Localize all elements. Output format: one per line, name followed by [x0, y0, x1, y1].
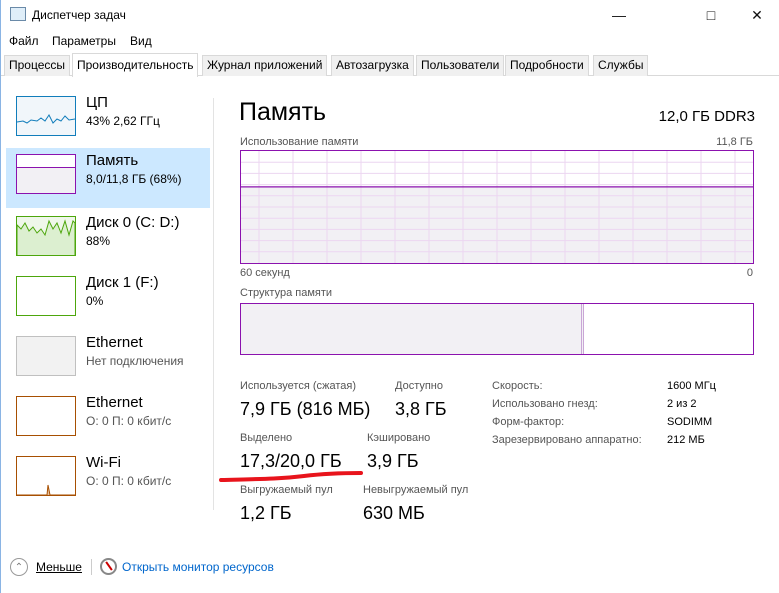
stat-value-in-use: 7,9 ГБ (816 МБ) — [240, 399, 371, 419]
time-left-label: 60 секунд — [240, 267, 290, 279]
memory-usage-graph — [240, 150, 754, 264]
maximize-button[interactable]: □ — [688, 0, 734, 30]
disk1-graph-thumbnail — [16, 276, 76, 316]
resource-monitor-icon — [100, 558, 117, 575]
mem-graph-thumbnail — [16, 154, 76, 194]
detail-key-reserved: Зарезервировано аппаратно: — [492, 434, 642, 446]
detail-key-form-factor: Форм-фактор: — [492, 416, 565, 428]
sidebar-item-subtitle: Нет подключения — [86, 354, 184, 368]
sidebar-item-subtitle: О: 0 П: 0 кбит/с — [86, 414, 172, 428]
sidebar-item-subtitle: 88% — [86, 234, 111, 248]
stat-value-available: 3,8 ГБ — [395, 399, 447, 419]
stat-label-in-use: Используется (сжатая) — [240, 380, 357, 392]
tab-performance[interactable]: Производительность — [72, 53, 199, 77]
page-title: Память — [239, 98, 327, 126]
tab-processes[interactable]: Процессы — [4, 55, 71, 76]
usage-label: Использование памяти — [240, 136, 359, 148]
chevron-up-icon[interactable]: ⌃ — [10, 558, 28, 576]
detail-value-slots: 2 из 2 — [667, 398, 697, 410]
tab-details[interactable]: Подробности — [505, 55, 589, 76]
eth0-graph-thumbnail — [16, 336, 76, 376]
sidebar-item-subtitle: 43% 2,62 ГГц — [86, 114, 160, 128]
time-right-label: 0 — [746, 267, 753, 279]
detail-value-speed: 1600 МГц — [667, 380, 716, 392]
detail-key-slots: Использовано гнезд: — [492, 398, 598, 410]
eth-graph-thumbnail — [16, 396, 76, 436]
task-manager-icon — [10, 7, 26, 21]
detail-key-speed: Скорость: — [492, 380, 543, 392]
minimize-button[interactable]: — — [596, 0, 642, 30]
tab-startup[interactable]: Автозагрузка — [331, 55, 414, 76]
detail-value-form-factor: SODIMM — [667, 416, 713, 428]
stat-label-available: Доступно — [395, 380, 444, 392]
sidebar-item-eth[interactable]: Ethernet О: 0 П: 0 кбит/с — [6, 390, 210, 450]
sidebar-item-cpu[interactable]: ЦП 43% 2,62 ГГц — [6, 90, 210, 150]
sidebar-item-disk[interactable]: Диск 0 (C: D:) 88% — [6, 210, 210, 270]
tab-app-history[interactable]: Журнал приложений — [202, 55, 328, 76]
sidebar-item-label: Память — [86, 152, 139, 169]
sidebar-item-label: ЦП — [86, 94, 108, 111]
sidebar-item-disk1[interactable]: Диск 1 (F:) 0% — [6, 270, 210, 330]
sidebar-item-subtitle: 8,0/11,8 ГБ (68%) — [86, 172, 182, 186]
detail-value-reserved: 212 МБ — [667, 434, 705, 446]
stat-value-nonpaged-pool: 630 МБ — [363, 503, 425, 523]
window-title: Диспетчер задач — [32, 8, 126, 22]
sidebar-item-label: Ethernet — [86, 334, 143, 351]
menu-options[interactable]: Параметры — [52, 34, 116, 48]
memory-usage-chart — [241, 151, 753, 263]
disk-graph-thumbnail — [16, 216, 76, 256]
sidebar-item-mem[interactable]: Память 8,0/11,8 ГБ (68%) — [6, 148, 210, 208]
sidebar: ЦП 43% 2,62 ГГц Память 8,0/11,8 ГБ (68%) Дис… — [1, 90, 213, 510]
title-bar: Диспетчер задач — □ ✕ — [1, 0, 779, 30]
tab-services[interactable]: Службы — [593, 55, 649, 76]
menu-file[interactable]: Файл — [9, 34, 39, 48]
stat-label-cached: Кэшировано — [367, 432, 431, 444]
menu-view[interactable]: Вид — [130, 34, 152, 48]
tab-bar: Процессы Производительность Журнал прило… — [1, 53, 779, 77]
sidebar-item-label: Диск 0 (C: D:) — [86, 214, 180, 231]
red-underline-annotation — [219, 471, 363, 482]
stat-value-cached: 3,9 ГБ — [367, 451, 419, 471]
footer: ⌃ Меньше Открыть монитор ресурсов — [1, 550, 779, 586]
stat-label-committed: Выделено — [240, 432, 293, 444]
sidebar-item-label: Wi-Fi — [86, 454, 121, 471]
fewer-details-button[interactable]: Меньше — [36, 560, 82, 574]
sidebar-item-eth0[interactable]: Ethernet Нет подключения — [6, 330, 210, 390]
divider — [213, 98, 214, 510]
sidebar-item-subtitle: О: 0 П: 0 кбит/с — [86, 474, 172, 488]
open-resource-monitor-link[interactable]: Открыть монитор ресурсов — [122, 560, 274, 574]
sidebar-item-subtitle: 0% — [86, 294, 104, 308]
sidebar-item-wifi[interactable]: Wi-Fi О: 0 П: 0 кбит/с — [6, 450, 210, 510]
close-button[interactable]: ✕ — [734, 0, 779, 30]
task-manager-window: Диспетчер задач — □ ✕ Файл Параметры Вид… — [0, 0, 779, 593]
sidebar-item-label: Ethernet — [86, 394, 143, 411]
stat-value-paged-pool: 1,2 ГБ — [240, 503, 292, 523]
stat-label-nonpaged-pool: Невыгружаемый пул — [363, 484, 469, 496]
cpu-graph-thumbnail — [16, 96, 76, 136]
stat-value-committed: 17,3/20,0 ГБ — [240, 451, 342, 471]
usage-max: 11,8 ГБ — [716, 136, 753, 148]
tab-users[interactable]: Пользователи — [416, 55, 505, 76]
composition-label: Структура памяти — [240, 287, 333, 299]
wifi-graph-thumbnail — [16, 456, 76, 496]
sidebar-item-label: Диск 1 (F:) — [86, 274, 159, 291]
footer-separator — [91, 559, 92, 575]
memory-composition-bar — [240, 303, 754, 355]
memory-spec: 12,0 ГБ DDR3 — [658, 108, 755, 125]
composition-in-use — [241, 304, 585, 354]
